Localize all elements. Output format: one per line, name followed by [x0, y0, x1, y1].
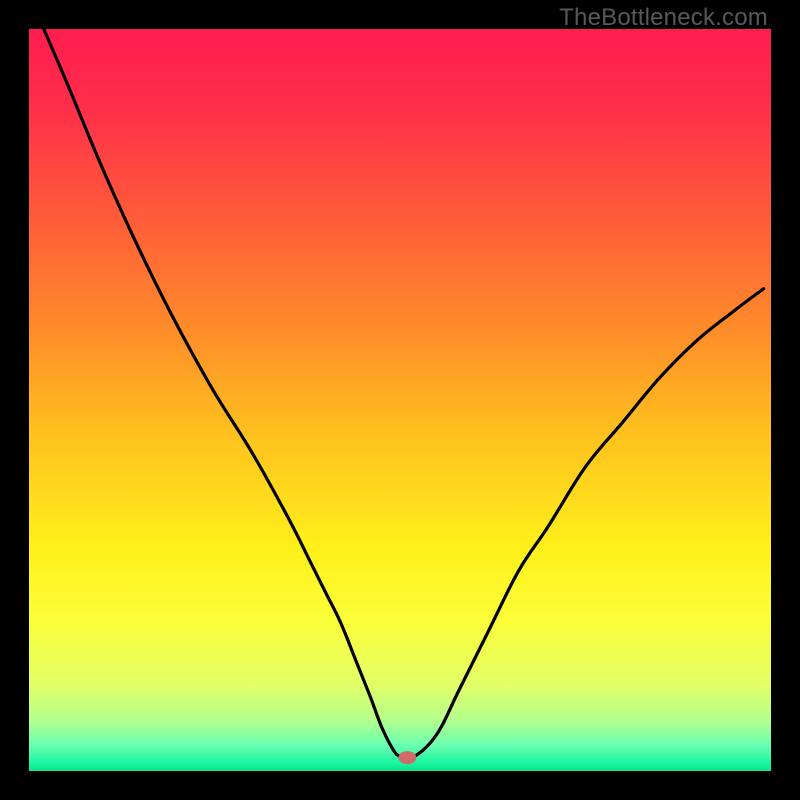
- optimum-marker: [398, 751, 416, 764]
- gradient-background: [29, 29, 771, 771]
- watermark-label: TheBottleneck.com: [559, 4, 768, 32]
- bottleneck-chart: [29, 29, 771, 771]
- chart-frame: TheBottleneck.com: [0, 0, 800, 800]
